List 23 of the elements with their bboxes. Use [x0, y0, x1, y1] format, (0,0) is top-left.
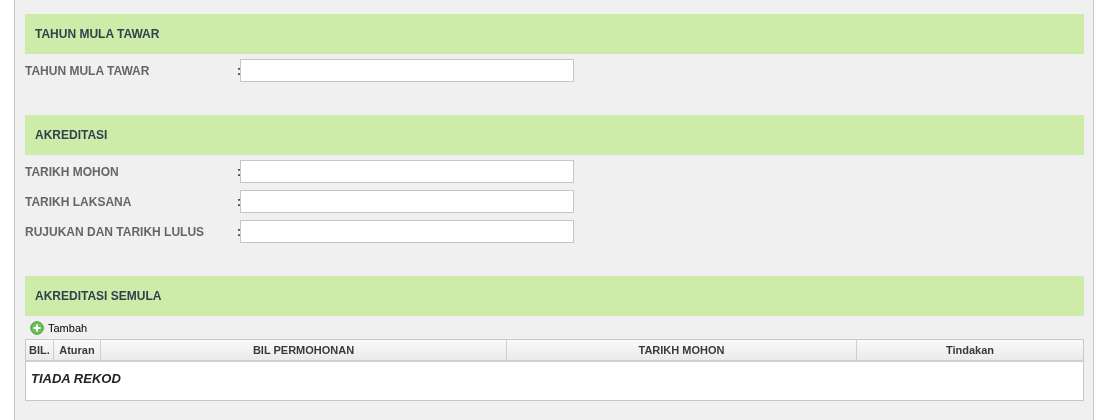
section-title: TAHUN MULA TAWAR — [35, 26, 160, 43]
column-header: BIL PERMOHONAN — [101, 340, 507, 360]
column-header: Aturan — [54, 340, 101, 360]
input-field[interactable] — [240, 190, 574, 213]
field-colon: : — [237, 163, 240, 181]
column-header: BIL. — [26, 340, 54, 360]
section-title: AKREDITASI SEMULA — [35, 288, 162, 305]
input-field[interactable] — [240, 220, 574, 243]
input-field[interactable] — [240, 59, 574, 82]
field-colon: : — [237, 223, 240, 241]
section-title: AKREDITASI — [35, 127, 108, 144]
plus-icon — [30, 321, 44, 335]
field-label: TARIKH MOHON — [25, 163, 120, 181]
add-button[interactable]: Tambah — [30, 320, 88, 336]
field-label: RUJUKAN DAN TARIKH LULUS — [25, 223, 206, 241]
column-header: TARIKH MOHON — [507, 340, 857, 360]
field-colon: : — [237, 62, 240, 80]
field-label: TAHUN MULA TAWAR — [25, 62, 151, 80]
input-field[interactable] — [240, 160, 574, 183]
empty-message: TIADA REKOD — [31, 371, 121, 386]
column-header: Tindakan — [857, 340, 1083, 360]
field-label: TARIKH LAKSANA — [25, 193, 133, 211]
field-colon: : — [237, 193, 240, 211]
